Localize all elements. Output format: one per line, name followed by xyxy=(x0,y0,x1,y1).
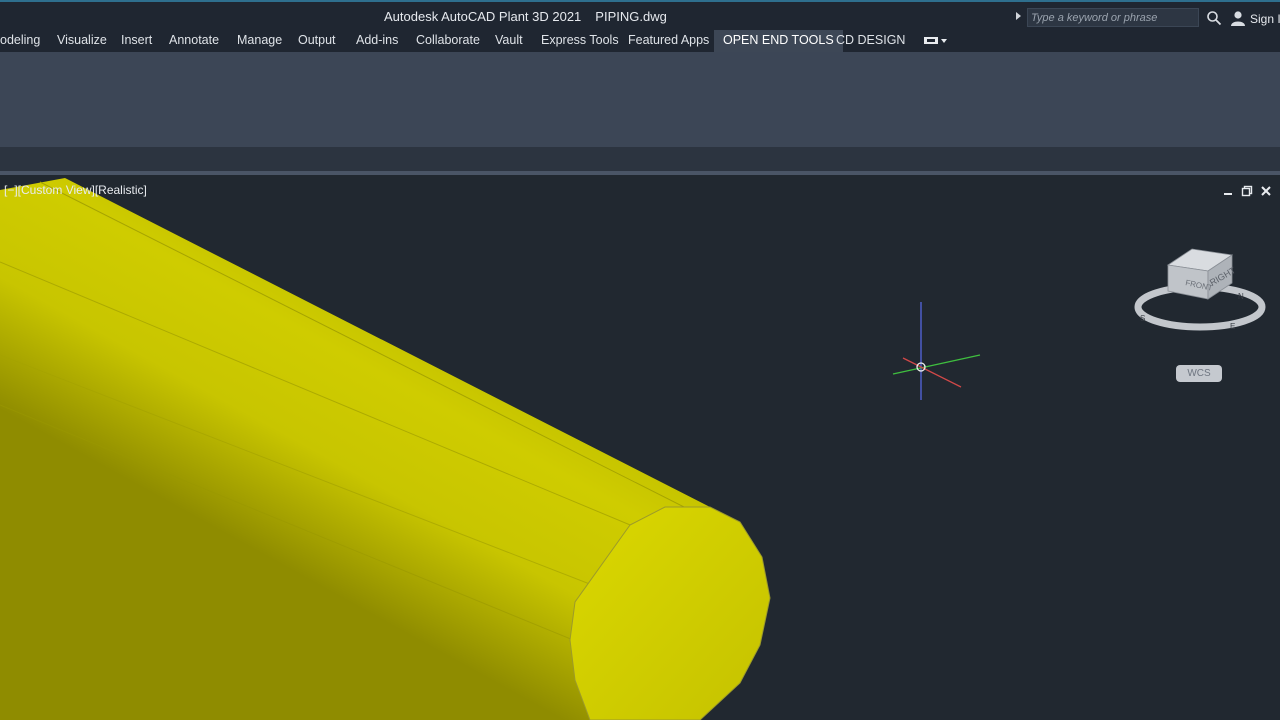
tab-add-ins[interactable]: Add-ins xyxy=(351,30,403,52)
tab-manage[interactable]: Manage xyxy=(232,30,287,52)
tab-express-tools[interactable]: Express Tools xyxy=(536,30,624,52)
tab-featured-apps[interactable]: Featured Apps xyxy=(623,30,714,52)
title-bar: Autodesk AutoCAD Plant 3D 2021 PIPING.dwg… xyxy=(0,0,1280,30)
viewport-window-controls xyxy=(1222,185,1272,199)
tab-visualize[interactable]: Visualize xyxy=(52,30,112,52)
sign-in-link[interactable]: Sign In xyxy=(1250,12,1280,26)
tab-annotate[interactable]: Annotate xyxy=(164,30,224,52)
search-expand-arrow-icon[interactable] xyxy=(1016,12,1021,20)
window-title: Autodesk AutoCAD Plant 3D 2021 PIPING.dwg xyxy=(384,9,681,24)
search-icon[interactable] xyxy=(1206,10,1222,26)
tab-cd-design[interactable]: CD DESIGN xyxy=(831,30,910,52)
tab-vault[interactable]: Vault xyxy=(490,30,528,52)
ribbon-tab-bar: odeling Visualize Insert Annotate Manage… xyxy=(0,30,1280,52)
restore-icon[interactable] xyxy=(1241,185,1253,197)
file-name: PIPING.dwg xyxy=(595,9,667,24)
tab-output[interactable]: Output xyxy=(293,30,341,52)
tab-open-end-tools[interactable]: OPEN END TOOLS xyxy=(714,30,843,52)
compass-east-label[interactable]: E xyxy=(1230,322,1235,331)
compass-south-label[interactable]: S xyxy=(1140,314,1145,323)
viewcube[interactable]: FRONT RIGHT N E S xyxy=(1130,243,1270,343)
ucs-crosshair-cursor xyxy=(892,302,981,400)
compass-north-label[interactable]: N xyxy=(1238,292,1244,301)
drawing-viewport[interactable]: [−][Custom View][Realistic] FRONT RIGHT … xyxy=(0,175,1280,720)
app-name: Autodesk AutoCAD Plant 3D 2021 xyxy=(384,9,582,24)
user-icon[interactable] xyxy=(1230,10,1246,26)
tab-modeling[interactable]: odeling xyxy=(0,30,45,52)
wcs-menu-button[interactable]: WCS xyxy=(1176,365,1222,382)
ribbon-panel xyxy=(0,52,1280,147)
search-input[interactable] xyxy=(1027,8,1199,27)
model-space-scene[interactable] xyxy=(0,175,1280,720)
tab-insert[interactable]: Insert xyxy=(116,30,157,52)
ribbon-minimize-toggle-icon[interactable] xyxy=(922,36,950,46)
viewport-controls-label[interactable]: [−][Custom View][Realistic] xyxy=(4,183,147,197)
ribbon-panel-footer xyxy=(0,147,1280,171)
minimize-icon[interactable] xyxy=(1222,185,1234,197)
autocad-window: Autodesk AutoCAD Plant 3D 2021 PIPING.dwg… xyxy=(0,0,1280,720)
close-icon[interactable] xyxy=(1260,185,1272,197)
tab-collaborate[interactable]: Collaborate xyxy=(411,30,485,52)
